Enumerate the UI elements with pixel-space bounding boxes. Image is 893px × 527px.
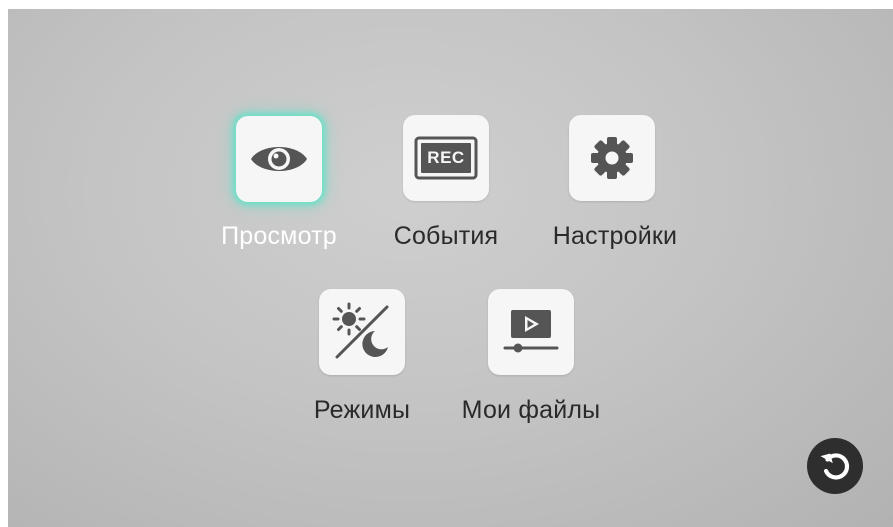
back-button[interactable]: [807, 438, 863, 494]
video-files-icon: [503, 310, 559, 353]
modes-label: Режимы: [313, 396, 411, 424]
eye-icon: [251, 147, 307, 171]
events-tile[interactable]: [403, 115, 489, 201]
settings-label: Настройки: [552, 222, 678, 250]
back-arrow-icon: [820, 453, 850, 480]
my-files-label: Мои файлы: [461, 396, 601, 424]
settings-tile[interactable]: [569, 115, 655, 201]
rec-icon: [414, 136, 478, 180]
gear-icon: [591, 137, 633, 179]
events-label: События: [393, 222, 499, 250]
view-label: Просмотр: [221, 222, 337, 250]
modes-tile[interactable]: [319, 289, 405, 375]
my-files-tile[interactable]: [488, 289, 574, 375]
view-tile[interactable]: [236, 116, 322, 202]
main-menu-screen: Просмотр REC События Настройки Режимы Мо…: [8, 9, 893, 527]
day-night-icon: [332, 302, 389, 359]
